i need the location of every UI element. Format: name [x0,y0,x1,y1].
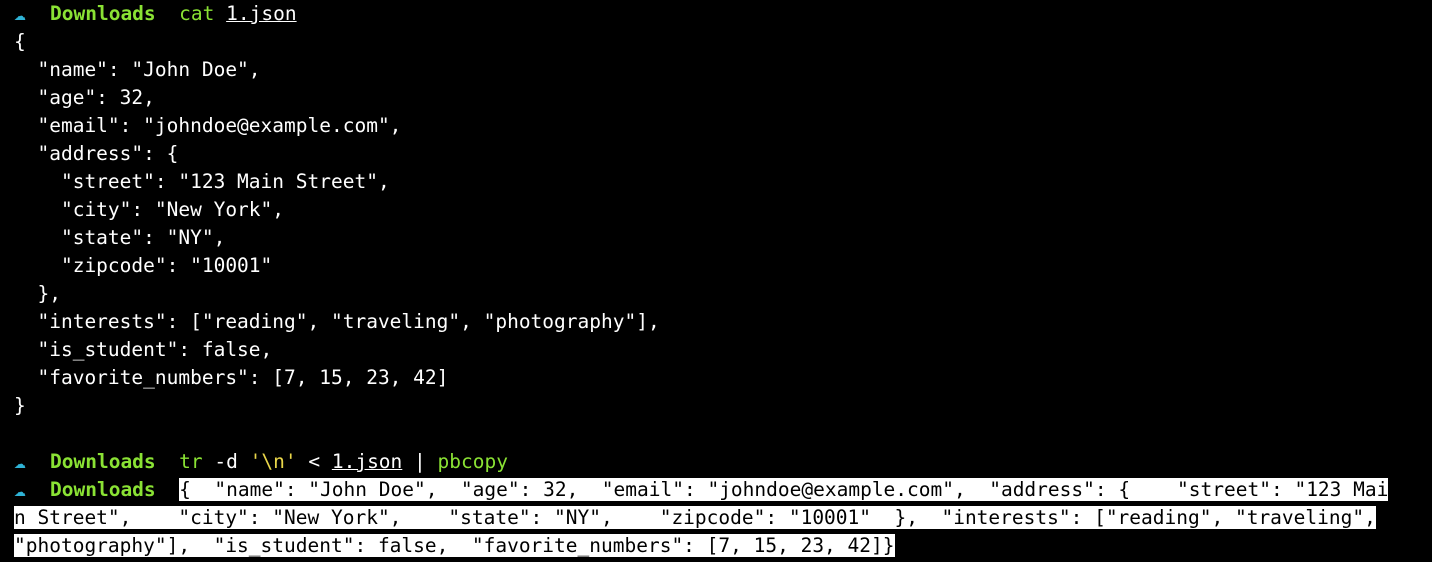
output-line: "email": "johndoe@example.com", [14,114,402,137]
prompt-line-pasted[interactable]: ☁ Downloads { "name": "John Doe", "age": … [14,476,1418,504]
output-line: }, [14,282,61,305]
output-line: "age": 32, [14,86,155,109]
command-name: tr [179,450,203,473]
redirect-symbol: < [308,450,321,473]
output-line: "state": "NY", [14,226,226,249]
command-quoted-arg: '\n' [249,450,297,473]
command-flag: -d [214,450,238,473]
pasted-text-selection[interactable]: "photography"], "is_student": false, "fa… [14,534,895,557]
cloud-icon: ☁ [14,2,26,25]
output-line: "is_student": false, [14,338,273,361]
output-line: "city": "New York", [14,198,285,221]
cloud-icon: ☁ [14,478,26,501]
prompt-line-tr: ☁ Downloads tr -d '\n' < 1.json | pbcopy [14,448,1418,476]
command-name: cat [179,2,215,25]
output-line: "zipcode": "10001" [14,254,273,277]
prompt-cwd: Downloads [50,2,156,25]
command-filename[interactable]: 1.json [226,2,296,25]
prompt-line-cat: ☁ Downloads cat 1.json [14,0,1418,28]
prompt-cwd: Downloads [50,450,156,473]
cloud-icon: ☁ [14,450,26,473]
pasted-text-wrap[interactable]: n Street", "city": "New York", "state": … [14,504,1418,532]
pasted-text-wrap[interactable]: "photography"], "is_student": false, "fa… [14,532,1418,560]
output-line: "name": "John Doe", [14,58,261,81]
prompt-cwd: Downloads [50,478,156,501]
output-line: "street": "123 Main Street", [14,170,390,193]
pipe-symbol: | [414,450,426,473]
output-line: "favorite_numbers": [7, 15, 23, 42] [14,366,449,389]
output-line: { [14,30,26,53]
output-line: "address": { [14,142,179,165]
pasted-text-selection[interactable]: { "name": "John Doe", "age": 32, "email"… [179,478,1389,501]
pasted-text-selection[interactable]: n Street", "city": "New York", "state": … [14,506,1376,529]
command-filename[interactable]: 1.json [332,450,402,473]
pipe-command-name: pbcopy [437,450,508,473]
output-line: "interests": ["reading", "traveling", "p… [14,310,660,333]
terminal-window[interactable]: ☁ Downloads cat 1.json { "name": "John Do… [14,0,1418,560]
output-line: } [14,394,26,417]
